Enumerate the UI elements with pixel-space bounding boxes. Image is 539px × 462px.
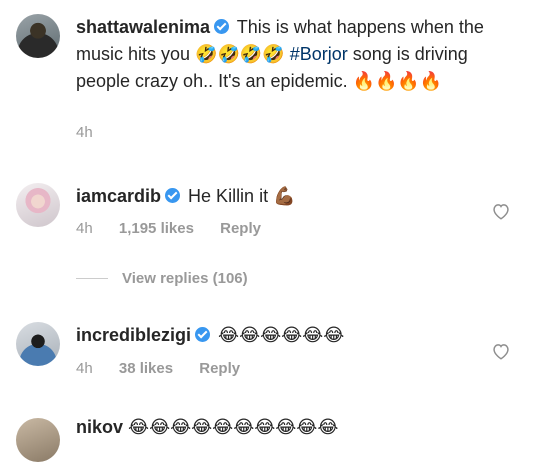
reply-button[interactable]: Reply — [199, 360, 240, 377]
comment-text: iamcardib He Killin it 💪🏾 — [76, 186, 296, 207]
view-replies-button[interactable]: View replies (106) — [76, 270, 248, 287]
caption-username[interactable]: shattawalenima — [76, 17, 210, 37]
fire-emoji: 🔥🔥🔥🔥 — [352, 71, 443, 92]
avatar-nikov[interactable] — [16, 418, 60, 462]
likes-count[interactable]: 38 likes — [119, 360, 173, 377]
verified-badge-icon — [214, 19, 230, 34]
flexed-biceps-emoji: 💪🏾 — [273, 186, 296, 207]
comment-meta: 4h 1,195 likes Reply — [76, 220, 283, 237]
verified-badge-icon — [195, 327, 211, 342]
caption-meta: 4h — [76, 124, 115, 141]
caption-time: 4h — [76, 124, 93, 141]
comment-text: incrediblezigi 😂😂😂😂😂😂 — [76, 322, 476, 349]
heart-icon[interactable] — [491, 202, 511, 220]
comment-username[interactable]: nikov — [76, 417, 123, 437]
comment-username[interactable]: incrediblezigi — [76, 325, 191, 345]
tears-of-joy-emoji: 😂😂😂😂😂😂 — [218, 325, 345, 346]
reply-button[interactable]: Reply — [220, 220, 261, 237]
laughing-emoji: 🤣🤣🤣🤣 — [195, 44, 285, 65]
comment-text: nikov 😂😂😂😂😂😂😂😂😂😂 — [76, 414, 516, 441]
heart-icon[interactable] — [491, 342, 511, 360]
verified-badge-icon — [165, 188, 181, 203]
caption-text: shattawalenima This is what happens when… — [76, 17, 484, 92]
avatar-shattawalenima[interactable] — [16, 14, 60, 58]
comment-time: 4h — [76, 360, 93, 377]
avatar-incrediblezigi[interactable] — [16, 322, 60, 366]
likes-count[interactable]: 1,195 likes — [119, 220, 194, 237]
tears-of-joy-emoji: 😂😂😂😂😂😂😂😂😂😂 — [128, 417, 339, 438]
hashtag-link[interactable]: #Borjor — [290, 44, 348, 64]
comment-meta: 4h 38 likes Reply — [76, 360, 262, 377]
avatar-iamcardib[interactable] — [16, 183, 60, 227]
comment-username[interactable]: iamcardib — [76, 186, 161, 206]
comment-time: 4h — [76, 220, 93, 237]
divider-line — [76, 278, 108, 279]
